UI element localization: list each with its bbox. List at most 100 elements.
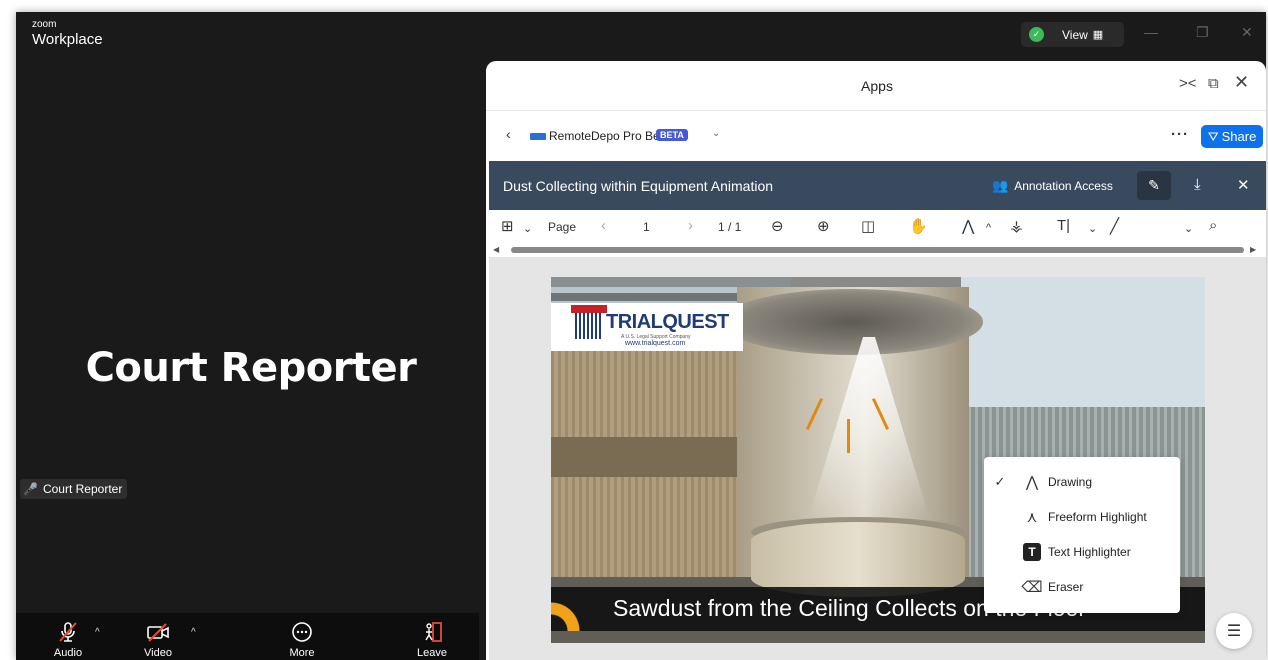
app-bar: ‹ RemoteDepo Pro Beta BETA ⌄ ··· ⛛ Share	[486, 112, 1266, 160]
participant-name: Court Reporter	[42, 482, 123, 496]
video-stage: Court Reporter 🎤 Court Reporter Audio ^	[16, 57, 486, 660]
app-switch-chevron-icon[interactable]: ⌄	[712, 128, 720, 139]
annotation-toolbar: ⊞ ⌄ Page ‹ 1 › 1 / 1 ⊖ ⊕ ◫ ✋ ⋀ ^ ⚶ T| ⌄ …	[489, 211, 1266, 243]
prev-page-icon[interactable]: ‹	[601, 217, 606, 234]
remotedepo-logo-icon	[530, 133, 546, 140]
silo-rim	[721, 289, 983, 355]
menu-item-drawing[interactable]: ✓ ⋀ Drawing	[984, 466, 1180, 498]
brand-url: www.trialquest.com	[625, 340, 686, 347]
beta-badge: BETA	[656, 129, 688, 141]
collection-bin	[751, 522, 965, 597]
page-label: Page	[548, 220, 577, 234]
hamburger-menu-button[interactable]: ☰	[1216, 613, 1252, 649]
leave-label: Leave	[417, 647, 447, 659]
share-button[interactable]: ⛛ Share	[1201, 125, 1263, 148]
audio-options-caret-icon[interactable]: ^	[95, 627, 100, 638]
mic-muted-icon	[59, 622, 77, 642]
menu-item-label: Text Highlighter	[1048, 545, 1131, 559]
people-icon: 👥	[992, 178, 1009, 193]
meeting-controls: Audio ^ Video ^ More Leave	[16, 613, 479, 660]
drawing-tool-menu: ✓ ⋀ Drawing ⋏ Freeform Highlight T Text …	[984, 457, 1180, 613]
stamp-icon[interactable]: ⚶	[1010, 217, 1023, 235]
hamburger-icon: ☰	[1226, 623, 1242, 640]
view-label: View	[1062, 27, 1088, 42]
menu-item-label: Freeform Highlight	[1048, 510, 1147, 524]
pencil-icon: ✎	[1148, 177, 1160, 193]
security-shield-icon[interactable]: ✓	[1029, 27, 1044, 42]
menu-item-label: Eraser	[1048, 580, 1084, 594]
video-off-icon	[147, 623, 169, 642]
scroll-right-icon[interactable]: ▶	[1250, 245, 1256, 254]
participant-name-tag: 🎤 Court Reporter	[20, 479, 128, 499]
close-apps-icon[interactable]: ✕	[1234, 72, 1249, 93]
sky	[961, 277, 1205, 417]
horizontal-scrollbar[interactable]: ◀ ▶	[486, 245, 1266, 255]
more-button[interactable]: More	[284, 615, 320, 659]
text-tool-icon[interactable]: T|	[1057, 217, 1070, 234]
next-page-icon[interactable]: ›	[688, 217, 693, 234]
line-tool-icon[interactable]: ╱	[1110, 217, 1119, 235]
document-canvas[interactable]: TRIALQUEST A U.S. Legal Support Company …	[489, 257, 1266, 660]
pan-hand-icon[interactable]: ✋	[909, 217, 928, 235]
video-button[interactable]: Video	[140, 615, 176, 659]
page-count: 1 / 1	[718, 220, 742, 234]
line-options-caret-icon[interactable]: ⌄	[1184, 222, 1193, 235]
annotate-pencil-button[interactable]: ✎	[1137, 171, 1171, 200]
view-button[interactable]: ✓ View ▦	[1021, 22, 1124, 47]
highlighter-nib-icon: ⋏	[1026, 509, 1038, 526]
two-page-view-icon[interactable]: ◫	[861, 217, 875, 235]
close-document-icon[interactable]: ✕	[1237, 176, 1250, 194]
zoom-out-icon[interactable]: ⊖	[771, 217, 784, 235]
minimize-icon[interactable]: —	[1144, 24, 1158, 40]
gallery-view-icon: ▦	[1092, 29, 1104, 41]
scroll-left-icon[interactable]: ◀	[493, 245, 499, 254]
audio-label: Audio	[53, 647, 83, 659]
restore-icon[interactable]: ❐	[1196, 24, 1209, 41]
apps-header: Apps >< ⧉ ✕	[486, 61, 1266, 111]
logo-zoom-text: zoom	[32, 19, 57, 30]
menu-item-text-highlighter[interactable]: T Text Highlighter	[984, 536, 1180, 568]
pen-nib-icon: ⋀	[1025, 474, 1039, 491]
apps-panel: Apps >< ⧉ ✕ ‹ RemoteDepo Pro Beta BETA ⌄…	[486, 61, 1266, 660]
close-window-icon[interactable]: ✕	[1241, 24, 1253, 41]
text-highlight-icon: T	[1016, 543, 1048, 561]
more-dots-icon	[292, 622, 312, 642]
app-name[interactable]: RemoteDepo Pro Beta	[549, 129, 670, 143]
trialquest-logo: TRIALQUEST A U.S. Legal Support Company …	[551, 303, 743, 351]
drawing-options-caret-icon[interactable]: ^	[986, 222, 991, 234]
video-options-caret-icon[interactable]: ^	[191, 627, 196, 638]
search-icon[interactable]: ⌕	[1209, 217, 1217, 234]
audio-button[interactable]: Audio	[50, 615, 86, 659]
eraser-icon: ⌫	[1021, 579, 1043, 596]
page-number-input[interactable]: 1	[643, 220, 650, 234]
menu-item-freeform-highlight[interactable]: ⋏ Freeform Highlight	[984, 501, 1180, 533]
thumbnails-grid-icon[interactable]: ⊞	[501, 217, 514, 235]
columns-logo-icon	[571, 305, 607, 339]
document-bar: Dust Collecting within Equipment Animati…	[489, 161, 1266, 210]
back-chevron-icon[interactable]: ‹	[506, 126, 511, 142]
menu-item-label: Drawing	[1048, 475, 1093, 489]
swoosh-icon	[551, 587, 591, 631]
zoom-logo: zoom Workplace	[32, 19, 103, 48]
download-icon[interactable]: ⤓	[1194, 176, 1201, 193]
drawing-tool-icon[interactable]: ⋀	[962, 217, 974, 235]
zoom-in-icon[interactable]: ⊕	[817, 217, 830, 235]
share-label: Share	[1221, 129, 1257, 144]
speaker-name: Court Reporter	[85, 345, 417, 391]
zoom-window: zoom Workplace ✓ View ▦ — ❐ ✕ Court Repo…	[16, 12, 1266, 660]
brand-name: TRIALQUEST	[606, 311, 729, 333]
more-options-button[interactable]: ···	[1171, 126, 1189, 143]
text-options-caret-icon[interactable]: ⌄	[1088, 222, 1097, 235]
title-bar: zoom Workplace ✓ View ▦ — ❐ ✕	[16, 12, 1266, 57]
share-filter-icon: ⛛	[1207, 128, 1219, 144]
leave-button[interactable]: Leave	[414, 615, 450, 659]
menu-item-eraser[interactable]: ⌫ Eraser	[984, 571, 1180, 603]
thumbnails-caret-icon[interactable]: ⌄	[523, 222, 532, 235]
annotation-access-button[interactable]: 👥 Annotation Access	[992, 178, 1113, 194]
scroll-thumb[interactable]	[511, 247, 1244, 253]
pop-out-icon[interactable]: ⧉	[1208, 75, 1219, 92]
checkmark-icon: ✓	[994, 474, 1006, 489]
collapse-icon[interactable]: ><	[1179, 75, 1197, 92]
leave-door-icon	[425, 622, 442, 642]
more-label: More	[289, 647, 315, 659]
